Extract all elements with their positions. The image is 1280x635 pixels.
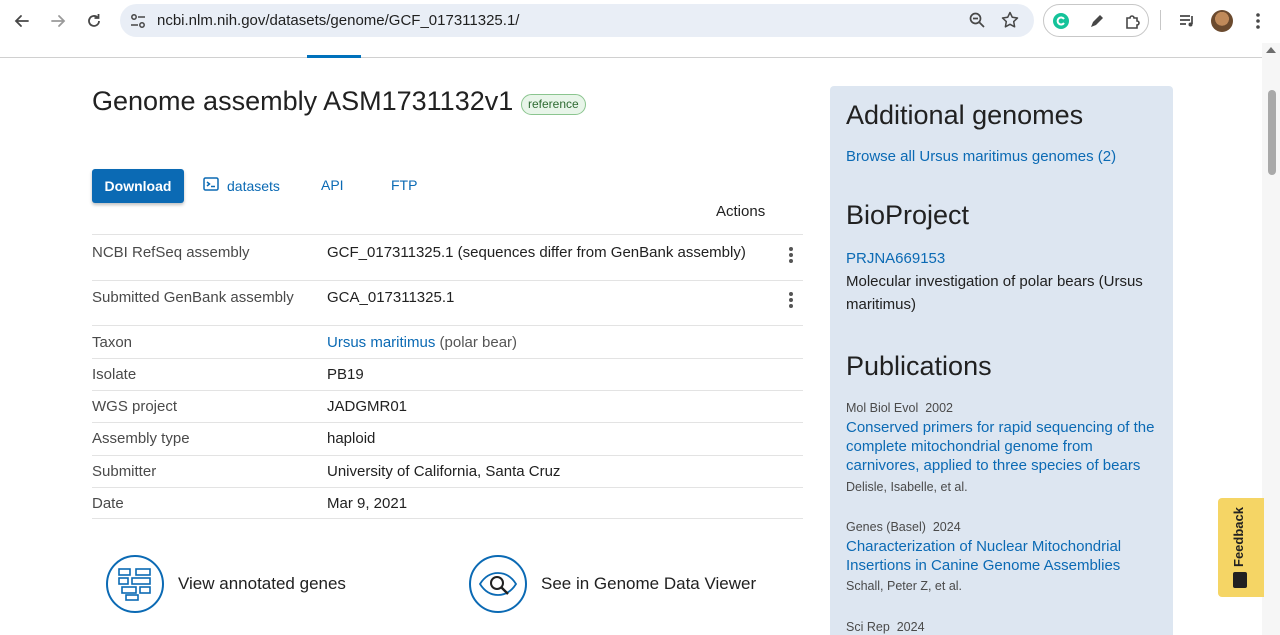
grammarly-icon[interactable]: [1051, 11, 1071, 31]
bookmark-star-icon[interactable]: [1000, 10, 1020, 35]
reference-badge: reference: [521, 94, 586, 115]
toolbar-divider: [1160, 10, 1161, 30]
publication-meta: Genes (Basel) 2024: [846, 520, 961, 534]
terminal-icon: [203, 177, 219, 194]
profile-avatar[interactable]: [1211, 10, 1233, 32]
row-label: WGS project: [92, 398, 178, 415]
publication-title-link[interactable]: Conserved primers for rapid sequencing o…: [846, 418, 1161, 475]
datasets-label: datasets: [227, 177, 280, 194]
url-text[interactable]: ncbi.nlm.nih.gov/datasets/genome/GCF_017…: [157, 12, 519, 29]
row-label: Assembly type: [92, 430, 190, 447]
publications-heading: Publications: [846, 351, 992, 381]
row-value: Ursus maritimus (polar bear): [327, 334, 517, 351]
wgs-project-link[interactable]: JADGMR01: [327, 398, 407, 415]
feedback-label: Feedback: [1231, 507, 1246, 567]
row-value: GCF_017311325.1 (sequences differ from G…: [327, 244, 746, 261]
additional-genomes-heading: Additional genomes: [846, 100, 1084, 130]
table-row: NCBI RefSeq assembly GCF_017311325.1 (se…: [92, 234, 803, 280]
publication-title-link[interactable]: Characterization of Nuclear Mitochondria…: [846, 537, 1161, 575]
row-label: Taxon: [92, 334, 133, 351]
forward-icon[interactable]: [46, 9, 70, 33]
view-annotated-genes-label: View annotated genes: [178, 574, 346, 593]
address-bar[interactable]: ncbi.nlm.nih.gov/datasets/genome/GCF_017…: [120, 4, 1034, 37]
taxon-common-name: (polar bear): [435, 334, 518, 351]
assembly-details-table: NCBI RefSeq assembly GCF_017311325.1 (se…: [92, 234, 803, 519]
row-value: Mar 9, 2021: [327, 495, 408, 512]
row-label: Submitted GenBank assembly: [92, 289, 294, 306]
table-row: Date Mar 9, 2021: [92, 487, 803, 519]
eye-magnifier-icon: [469, 555, 527, 613]
feedback-button[interactable]: Feedback: [1218, 498, 1264, 597]
row-actions-icon[interactable]: [786, 290, 796, 310]
browse-genomes-link[interactable]: Browse all Ursus maritimus genomes (2): [846, 148, 1116, 165]
ftp-button[interactable]: FTP: [391, 177, 417, 193]
puzzle-icon[interactable]: [1123, 11, 1143, 31]
row-label: Date: [92, 495, 124, 512]
extensions-group: [1043, 4, 1149, 37]
table-row: Submitted GenBank assembly GCA_017311325…: [92, 280, 803, 325]
menu-kebab-icon[interactable]: [1246, 9, 1270, 33]
scrollbar-thumb[interactable]: [1268, 90, 1276, 175]
row-label: Submitter: [92, 463, 157, 480]
row-actions-icon[interactable]: [786, 245, 796, 265]
row-label: Isolate: [92, 366, 137, 383]
row-value: GCA_017311325.1: [327, 289, 455, 306]
tab-strip-divider: [0, 57, 1262, 58]
pen-icon[interactable]: [1087, 11, 1107, 31]
active-tab-indicator: [307, 55, 361, 58]
publication-authors: Delisle, Isabelle, et al.: [846, 480, 968, 494]
table-row: Taxon Ursus maritimus (polar bear): [92, 325, 803, 358]
scroll-up-icon[interactable]: [1266, 47, 1276, 53]
view-annotated-genes-link[interactable]: View annotated genes: [106, 555, 346, 613]
genome-data-viewer-label: See in Genome Data Viewer: [541, 574, 757, 593]
reload-icon[interactable]: [82, 9, 106, 33]
row-label: NCBI RefSeq assembly: [92, 244, 250, 261]
api-button[interactable]: API: [321, 177, 344, 193]
table-row: Assembly type haploid: [92, 422, 803, 455]
publication-meta: Sci Rep 2024: [846, 620, 925, 634]
sidebar-panel: Additional genomes Browse all Ursus mari…: [830, 86, 1173, 635]
publication-meta: Mol Biol Evol 2002: [846, 401, 954, 415]
row-value: haploid: [327, 430, 376, 447]
bioproject-description: Molecular investigation of polar bears (…: [846, 273, 1143, 313]
page-title: Genome assembly ASM1731132v1: [92, 86, 514, 116]
reading-list-icon[interactable]: [1175, 9, 1199, 33]
taxon-link[interactable]: Ursus maritimus: [327, 334, 435, 351]
actions-header: Actions: [716, 203, 766, 220]
genome-data-viewer-link[interactable]: See in Genome Data Viewer: [469, 555, 756, 613]
table-row: WGS project JADGMR01: [92, 390, 803, 422]
zoom-icon[interactable]: [968, 11, 986, 34]
row-value: University of California, Santa Cruz: [327, 463, 561, 480]
bioproject-link[interactable]: PRJNA669153: [846, 250, 945, 267]
table-row: Submitter University of California, Sant…: [92, 455, 803, 487]
download-button[interactable]: Download: [92, 169, 184, 203]
feedback-icon: [1233, 572, 1247, 588]
gene-table-icon: [106, 555, 164, 613]
site-settings-icon[interactable]: [129, 12, 147, 35]
row-value: PB19: [327, 366, 364, 383]
bioproject-heading: BioProject: [846, 200, 970, 230]
table-row: Isolate PB19: [92, 358, 803, 390]
datasets-button[interactable]: datasets: [203, 177, 280, 194]
back-icon[interactable]: [10, 9, 34, 33]
browser-toolbar: ncbi.nlm.nih.gov/datasets/genome/GCF_017…: [0, 0, 1280, 42]
publication-authors: Schall, Peter Z, et al.: [846, 579, 963, 593]
